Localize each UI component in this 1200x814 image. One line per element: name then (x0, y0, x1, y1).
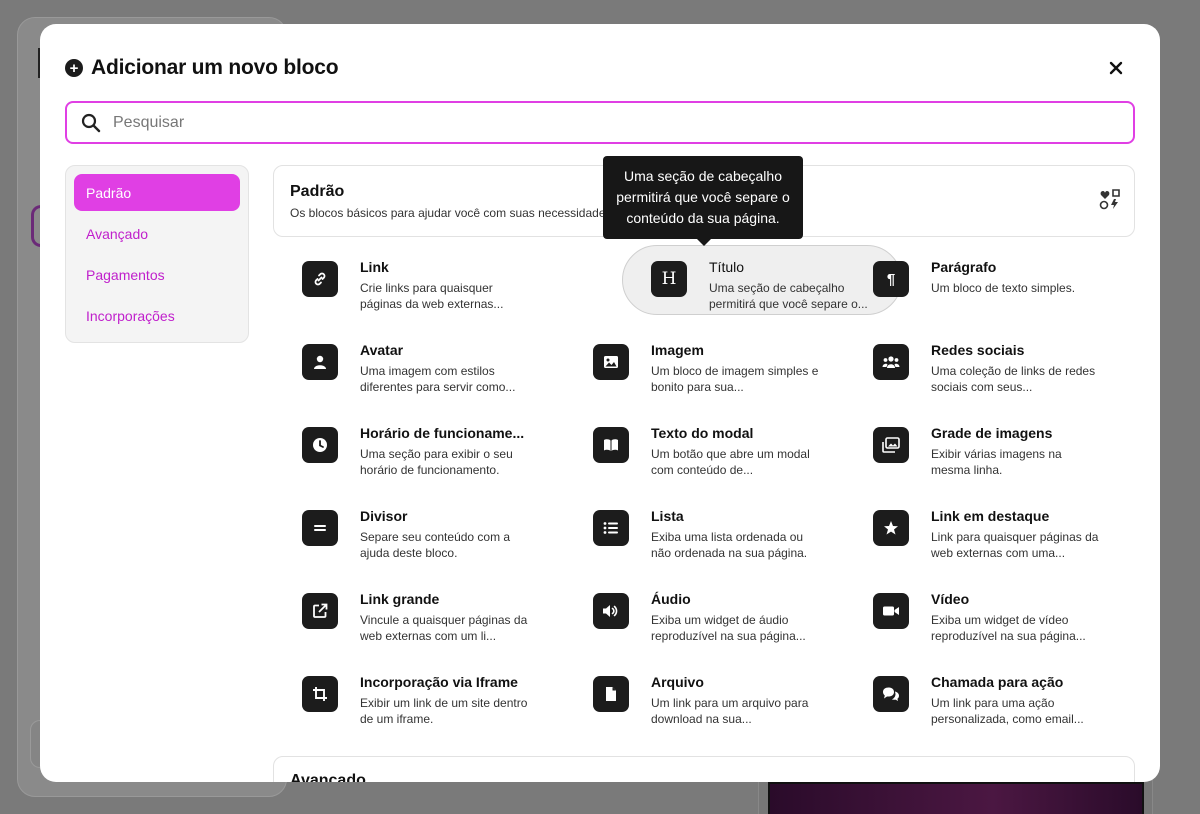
images-icon (873, 427, 909, 463)
block-title: Chamada para ação (931, 674, 1064, 690)
block-title: Link em destaque (931, 508, 1050, 524)
plus-circle-icon: + (65, 59, 83, 77)
block-divisor[interactable]: Divisor Separe seu conteúdo com a ajuda d… (273, 494, 564, 564)
divider-icon (302, 510, 338, 546)
external-link-icon (302, 593, 338, 629)
list-icon (593, 510, 629, 546)
block-grade-de-imagens[interactable]: Grade de imagens Exibir várias imagens na… (855, 411, 1135, 481)
block-description: Um link para um arquivo para download na… (651, 696, 809, 726)
block-title: Áudio (651, 591, 691, 607)
users-icon (873, 344, 909, 380)
close-button[interactable] (1104, 56, 1128, 80)
block-description: Crie links para quaisquer páginas da web… (360, 281, 504, 311)
link-icon (302, 261, 338, 297)
block-title: Link grande (360, 591, 440, 607)
comments-icon (873, 676, 909, 712)
add-block-modal: + Adicionar um novo bloco Padrão Avançad… (40, 24, 1160, 782)
block-title: Imagem (651, 342, 704, 358)
block-title: Texto do modal (651, 425, 754, 441)
next-category-card: Avançado (273, 756, 1135, 782)
block-title: Lista (651, 508, 684, 524)
paragraph-icon: ¶ (873, 261, 909, 297)
block-description: Uma seção de cabeçalho permitirá que voc… (709, 281, 868, 311)
block-avatar[interactable]: Avatar Uma imagem com estilos diferentes … (273, 328, 564, 398)
image-icon (593, 344, 629, 380)
shapes-icon (1099, 189, 1120, 210)
search-input[interactable] (113, 113, 1133, 132)
heading-icon: H (651, 261, 687, 297)
block-title: Grade de imagens (931, 425, 1053, 441)
block-incorporacao-iframe[interactable]: Incorporação via Iframe Exibir um link de… (273, 660, 564, 730)
tooltip: Uma seção de cabeçalho permitirá que voc… (603, 156, 803, 246)
clock-icon (302, 427, 338, 463)
next-category-title: Avançado (290, 772, 366, 782)
block-description: Exiba um widget de áudio reproduzível na… (651, 613, 806, 643)
block-arquivo[interactable]: Arquivo Um link para um arquivo para down… (564, 660, 855, 730)
block-title: Avatar (360, 342, 404, 358)
block-video[interactable]: Vídeo Exiba um widget de vídeo reproduzív… (855, 577, 1135, 647)
block-link-em-destaque[interactable]: Link em destaque Link para quaisquer pági… (855, 494, 1135, 564)
block-description: Uma coleção de links de redes sociais co… (931, 364, 1096, 394)
block-description: Um botão que abre um modal com conteúdo … (651, 447, 810, 477)
block-paragrafo[interactable]: ¶ Parágrafo Um bloco de texto simples. (855, 245, 1135, 315)
block-title: Arquivo (651, 674, 704, 690)
search-field (65, 101, 1135, 144)
modal-header: + Adicionar um novo bloco (65, 56, 339, 80)
block-link[interactable]: Link Crie links para quaisquer páginas da… (273, 245, 564, 315)
sidebar-item-incorporacoes[interactable]: Incorporações (74, 297, 240, 334)
block-title: Horário de funcioname... (360, 425, 525, 441)
crop-icon (302, 676, 338, 712)
block-title: Vídeo (931, 591, 970, 607)
block-texto-do-modal[interactable]: Texto do modal Um botão que abre um modal… (564, 411, 855, 481)
block-redes-sociais[interactable]: Redes sociais Uma coleção de links de red… (855, 328, 1135, 398)
block-link-grande[interactable]: Link grande Vincule a quaisquer páginas d… (273, 577, 564, 647)
block-description: Uma seção para exibir o seu horário de f… (360, 447, 513, 477)
background-preview-image (768, 782, 1144, 814)
block-description: Um bloco de imagem simples e bonito para… (651, 364, 819, 394)
block-description: Exiba uma lista ordenada ou não ordenada… (651, 530, 808, 560)
block-audio[interactable]: Áudio Exiba um widget de áudio reproduzív… (564, 577, 855, 647)
block-description: Exiba um widget de vídeo reproduzível na… (931, 613, 1086, 643)
block-title: Parágrafo (931, 259, 997, 275)
block-title: Título (709, 259, 745, 275)
block-lista[interactable]: Lista Exiba uma lista ordenada ou não ord… (564, 494, 855, 564)
volume-icon (593, 593, 629, 629)
search-icon (81, 113, 101, 132)
sidebar-item-padrao[interactable]: Padrão (74, 174, 240, 211)
block-grid: Link Crie links para quaisquer páginas da… (273, 245, 1135, 730)
block-title: Redes sociais (931, 342, 1025, 358)
block-description: Separe seu conteúdo com a ajuda deste bl… (360, 530, 511, 560)
modal-title: Adicionar um novo bloco (91, 56, 339, 79)
block-description: Exibir um link de um site dentro de um i… (360, 696, 528, 726)
block-horario[interactable]: Horário de funcioname... Uma seção para e… (273, 411, 564, 481)
block-description: Exibir várias imagens na mesma linha. (931, 447, 1062, 477)
block-chamada-para-acao[interactable]: Chamada para ação Um link para uma ação p… (855, 660, 1135, 730)
block-title: Incorporação via Iframe (360, 674, 518, 690)
category-sidebar: Padrão Avançado Pagamentos Incorporações (65, 165, 249, 343)
block-imagem[interactable]: Imagem Um bloco de imagem simples e bonit… (564, 328, 855, 398)
user-icon (302, 344, 338, 380)
star-icon (873, 510, 909, 546)
block-title: Link (360, 259, 389, 275)
sidebar-item-pagamentos[interactable]: Pagamentos (74, 256, 240, 293)
block-description: Um link para uma ação personalizada, com… (931, 696, 1084, 726)
close-icon (1109, 61, 1123, 75)
block-description: Link para quaisquer páginas da web exter… (931, 530, 1099, 560)
book-icon (593, 427, 629, 463)
block-description: Vincule a quaisquer páginas da web exter… (360, 613, 528, 643)
block-title: Divisor (360, 508, 408, 524)
block-description: Um bloco de texto simples. (931, 281, 1076, 295)
file-icon (593, 676, 629, 712)
sidebar-item-avancado[interactable]: Avançado (74, 215, 240, 252)
block-description: Uma imagem com estilos diferentes para s… (360, 364, 516, 394)
video-icon (873, 593, 909, 629)
